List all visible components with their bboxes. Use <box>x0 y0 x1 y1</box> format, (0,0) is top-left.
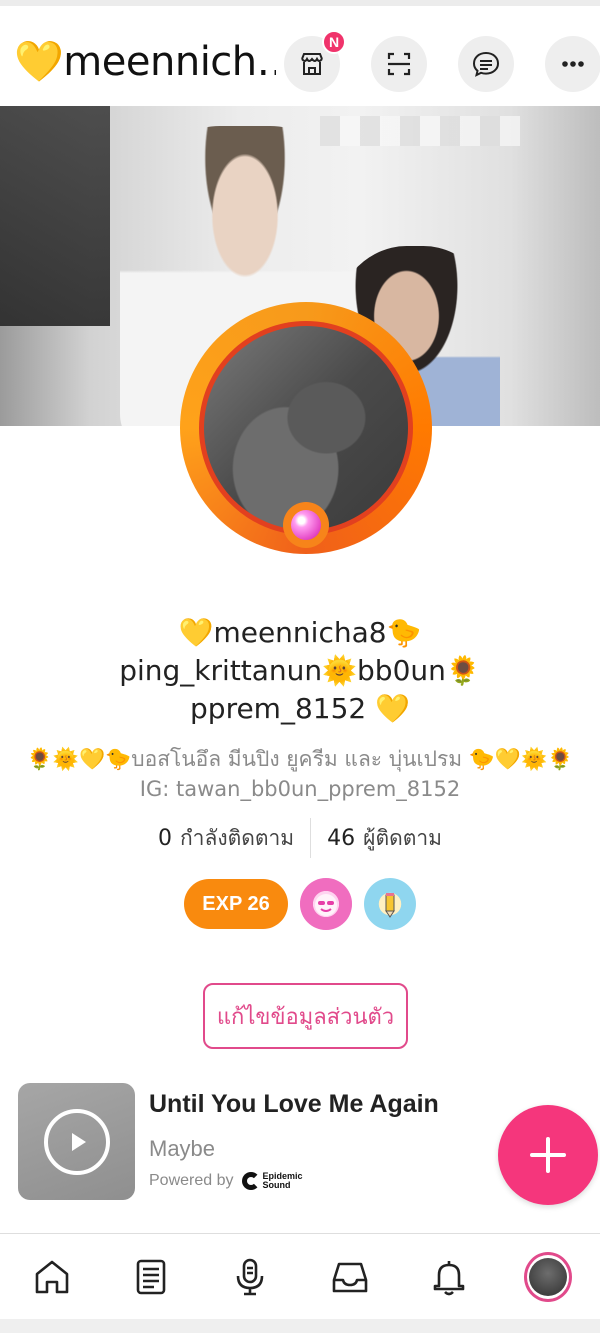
music-thumbnail[interactable] <box>18 1083 135 1200</box>
shop-icon <box>301 53 323 75</box>
microphone-icon <box>237 1258 264 1295</box>
more-button[interactable] <box>545 36 600 92</box>
badges-row: EXP 26 <box>0 878 600 930</box>
cover-lights <box>320 116 520 146</box>
following-stat[interactable]: 0 กำลังติดตาม <box>142 822 310 855</box>
notification-badge: N <box>322 30 346 54</box>
nav-feed[interactable] <box>127 1253 175 1301</box>
bio-line-1: 🌻🌞💛🐤บอสโนอึล มีนปิง ยูครีม และ บุ่นเปรม … <box>26 747 574 771</box>
message-button[interactable] <box>458 36 514 92</box>
profile-names: 💛meennicha8🐤 ping_krittanun🌞bb0un🌻 pprem… <box>0 614 600 728</box>
cool-face-badge-icon[interactable] <box>299 878 352 930</box>
system-bar <box>0 1319 600 1333</box>
nav-microphone[interactable] <box>226 1253 274 1301</box>
page-title: 💛meennich… <box>14 39 276 85</box>
follow-stats: 0 กำลังติดตาม 46 ผู้ติดตาม <box>0 816 600 860</box>
profile-bio: 🌻🌞💛🐤บอสโนอึล มีนปิง ยูครีม และ บุ่นเปรม … <box>0 744 600 804</box>
profile-page: 💛meennich… N 💛meennicha8🐤 ping_krittanun… <box>0 0 600 1333</box>
play-icon <box>71 1132 86 1151</box>
followers-count: 46 <box>327 825 356 851</box>
names-line-2: ping_krittanun🌞bb0un🌻 <box>119 654 481 687</box>
powered-by: Powered by Epidemic Sound <box>149 1172 303 1190</box>
edit-profile-button[interactable]: แก้ไขข้อมูลส่วนตัว <box>203 983 408 1049</box>
nav-inbox[interactable] <box>326 1253 374 1301</box>
shop-button[interactable]: N <box>284 30 346 92</box>
nav-notifications[interactable] <box>425 1253 473 1301</box>
profile-avatar[interactable] <box>180 302 432 554</box>
followers-stat[interactable]: 46 ผู้ติดตาม <box>311 822 458 855</box>
music-artist: Maybe <box>149 1136 216 1161</box>
plus-icon <box>530 1137 566 1173</box>
avatar-image <box>204 326 408 530</box>
avatar-gem-icon <box>283 502 329 548</box>
message-icon <box>472 51 500 77</box>
scan-button[interactable] <box>371 36 427 92</box>
more-icon <box>562 61 584 67</box>
powered-by-label: Powered by <box>149 1172 234 1189</box>
exp-badge[interactable]: EXP 26 <box>184 879 288 929</box>
epidemic-sound-icon <box>241 1172 260 1190</box>
epidemic-sound-logo: Epidemic Sound <box>241 1172 303 1190</box>
feed-icon <box>136 1259 166 1294</box>
following-count: 0 <box>157 825 172 851</box>
scan-icon <box>387 52 411 76</box>
brand-line-2: Sound <box>262 1180 291 1190</box>
cover-monitor <box>0 106 110 326</box>
nav-home[interactable] <box>28 1253 76 1301</box>
bell-icon <box>433 1260 465 1295</box>
followers-label: ผู้ติดตาม <box>363 825 443 850</box>
top-bar: 💛meennich… N <box>0 12 600 108</box>
bottom-navigation <box>0 1233 600 1319</box>
bio-line-2: IG: tawan_bb0un_pprem_8152 <box>139 777 461 801</box>
names-line-1: 💛meennicha8🐤 <box>178 616 422 649</box>
home-icon <box>35 1260 69 1293</box>
following-label: กำลังติดตาม <box>179 825 295 850</box>
nav-profile[interactable] <box>523 1251 572 1302</box>
inbox-icon <box>332 1262 367 1292</box>
profile-avatar-small <box>523 1251 572 1302</box>
music-title[interactable]: Until You Love Me Again <box>149 1090 439 1119</box>
create-post-button[interactable] <box>498 1105 598 1205</box>
names-line-3: pprem_8152 💛 <box>190 692 410 725</box>
pencil-badge-icon[interactable] <box>363 878 416 930</box>
play-button[interactable] <box>43 1108 110 1175</box>
